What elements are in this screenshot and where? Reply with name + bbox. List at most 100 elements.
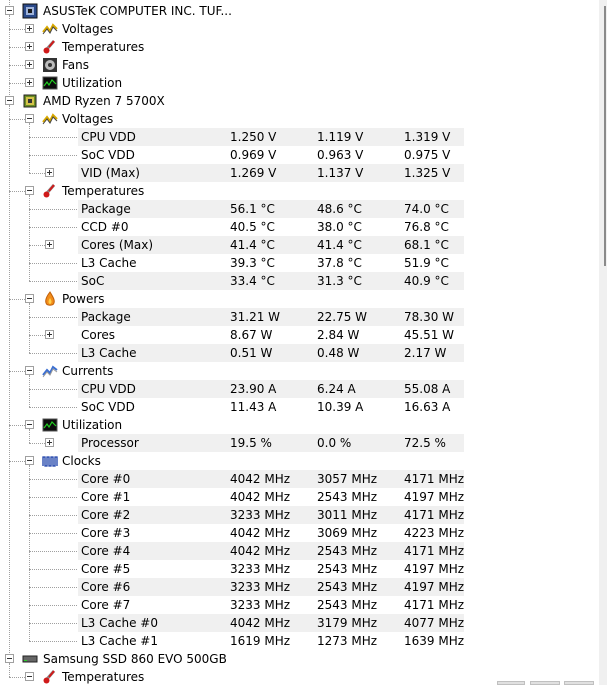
current-value: 3233 MHz [230, 562, 291, 576]
tree-row-pkg-temp[interactable]: Package 56.1 °C 48.6 °C 74.0 °C [0, 200, 599, 218]
sensor-label: L3 Cache #0 [81, 616, 158, 630]
tree-row-cpu-clocks[interactable]: Clocks [0, 452, 599, 470]
current-icon [42, 363, 58, 379]
vertical-scrollbar-thumb[interactable] [604, 6, 606, 266]
tree-row-cpu-currents[interactable]: Currents [0, 362, 599, 380]
max-value: 1.319 V [404, 130, 451, 144]
max-value: 4197 MHz [404, 490, 465, 504]
collapse-icon[interactable] [25, 420, 34, 429]
sensor-tree[interactable]: ASUSTeK COMPUTER INC. TUF... Voltages Temp… [0, 0, 599, 685]
tree-row-soc-vdd-v[interactable]: SoC VDD 0.969 V 0.963 V 0.975 V [0, 146, 599, 164]
min-value: 3057 MHz [317, 472, 378, 486]
expand-icon[interactable] [25, 42, 34, 51]
min-value: 41.4 °C [317, 238, 362, 252]
current-value: 11.43 A [230, 400, 277, 414]
horizontal-scrollbar-thumb[interactable] [530, 681, 560, 685]
tree-row-asus-voltages[interactable]: Voltages [0, 20, 599, 38]
tree-row-ssd[interactable]: Samsung SSD 860 EVO 500GB [0, 650, 599, 668]
expand-icon[interactable] [25, 78, 34, 87]
collapse-icon[interactable] [5, 654, 14, 663]
min-value: 0.48 W [317, 346, 360, 360]
tree-row-core6[interactable]: Core #6 3233 MHz 2543 MHz 4197 MHz [0, 578, 599, 596]
min-value: 31.3 °C [317, 274, 362, 288]
sensor-label: Processor [81, 436, 139, 450]
expand-icon[interactable] [45, 438, 54, 447]
max-value: 74.0 °C [404, 202, 449, 216]
tree-row-vid-max[interactable]: VID (Max) 1.269 V 1.137 V 1.325 V [0, 164, 599, 182]
sensor-label: Powers [62, 292, 105, 306]
clock-icon [42, 453, 58, 469]
collapse-icon[interactable] [5, 96, 14, 105]
tree-row-soc-temp[interactable]: SoC 33.4 °C 31.3 °C 40.9 °C [0, 272, 599, 290]
tree-row-l3-cache1[interactable]: L3 Cache #1 1619 MHz 1273 MHz 1639 MHz [0, 632, 599, 650]
sensor-label: Core #3 [81, 526, 131, 540]
collapse-icon[interactable] [25, 366, 34, 375]
tree-row-cpu-voltages[interactable]: Voltages [0, 110, 599, 128]
collapse-icon[interactable] [25, 672, 34, 681]
tree-row-l3-power[interactable]: L3 Cache 0.51 W 0.48 W 2.17 W [0, 344, 599, 362]
tree-row-ccd0[interactable]: CCD #0 40.5 °C 38.0 °C 76.8 °C [0, 218, 599, 236]
collapse-icon[interactable] [25, 294, 34, 303]
expand-icon[interactable] [45, 240, 54, 249]
tree-row-pkg-power[interactable]: Package 31.21 W 22.75 W 78.30 W [0, 308, 599, 326]
tree-row-cpu[interactable]: AMD Ryzen 7 5700X [0, 92, 599, 110]
tree-row-asus-util[interactable]: Utilization [0, 74, 599, 92]
current-value: 56.1 °C [230, 202, 275, 216]
sensor-label: Currents [62, 364, 114, 378]
thermometer-icon [42, 669, 58, 685]
horizontal-scrollbar-button-left[interactable] [497, 681, 525, 685]
drive-icon [22, 651, 38, 667]
expand-icon[interactable] [25, 24, 34, 33]
tree-row-core2[interactable]: Core #2 3233 MHz 3011 MHz 4171 MHz [0, 506, 599, 524]
collapse-icon[interactable] [25, 186, 34, 195]
min-value: 1.119 V [317, 130, 364, 144]
tree-row-core3[interactable]: Core #3 4042 MHz 3069 MHz 4223 MHz [0, 524, 599, 542]
collapse-icon[interactable] [25, 114, 34, 123]
sensor-label: Package [81, 202, 131, 216]
sensor-label: Voltages [62, 22, 114, 36]
collapse-icon[interactable] [5, 6, 14, 15]
tree-row-l3-cache0[interactable]: L3 Cache #0 4042 MHz 3179 MHz 4077 MHz [0, 614, 599, 632]
tree-row-asus[interactable]: ASUSTeK COMPUTER INC. TUF... [0, 2, 599, 20]
min-value: 6.24 A [317, 382, 356, 396]
tree-row-cpu-powers[interactable]: Powers [0, 290, 599, 308]
tree-row-core4[interactable]: Core #4 4042 MHz 2543 MHz 4171 MHz [0, 542, 599, 560]
tree-row-cores-max[interactable]: Cores (Max) 41.4 °C 41.4 °C 68.1 °C [0, 236, 599, 254]
tree-row-cpu-temps[interactable]: Temperatures [0, 182, 599, 200]
min-value: 2543 MHz [317, 544, 378, 558]
sensor-label: Core #7 [81, 598, 131, 612]
tree-row-processor[interactable]: Processor 19.5 % 0.0 % 72.5 % [0, 434, 599, 452]
tree-row-core1[interactable]: Core #1 4042 MHz 2543 MHz 4197 MHz [0, 488, 599, 506]
tree-row-soc-vdd-a[interactable]: SoC VDD 11.43 A 10.39 A 16.63 A [0, 398, 599, 416]
sensor-label: Clocks [62, 454, 101, 468]
current-value: 31.21 W [230, 310, 281, 324]
current-value: 3233 MHz [230, 580, 291, 594]
tree-row-core0[interactable]: Core #0 4042 MHz 3057 MHz 4171 MHz [0, 470, 599, 488]
power-icon [42, 291, 58, 307]
tree-row-cpu-util[interactable]: Utilization [0, 416, 599, 434]
sensor-label: Utilization [62, 76, 123, 90]
voltage-icon [42, 21, 58, 37]
expand-icon[interactable] [25, 60, 34, 69]
tree-row-cpu-vdd-a[interactable]: CPU VDD 23.90 A 6.24 A 55.08 A [0, 380, 599, 398]
tree-row-asus-temps[interactable]: Temperatures [0, 38, 599, 56]
expand-icon[interactable] [45, 330, 54, 339]
max-value: 4171 MHz [404, 598, 465, 612]
tree-row-core5[interactable]: Core #5 3233 MHz 2543 MHz 4197 MHz [0, 560, 599, 578]
sensor-label: Utilization [62, 418, 123, 432]
tree-row-cores-power[interactable]: Cores 8.67 W 2.84 W 45.51 W [0, 326, 599, 344]
tree-row-l3-temp[interactable]: L3 Cache 39.3 °C 37.8 °C 51.9 °C [0, 254, 599, 272]
collapse-icon[interactable] [25, 456, 34, 465]
tree-row-asus-fans[interactable]: Fans [0, 56, 599, 74]
current-value: 33.4 °C [230, 274, 275, 288]
tree-row-core7[interactable]: Core #7 3233 MHz 2543 MHz 4171 MHz [0, 596, 599, 614]
current-value: 41.4 °C [230, 238, 275, 252]
expand-icon[interactable] [45, 168, 54, 177]
min-value: 3011 MHz [317, 508, 378, 522]
tree-row-cpu-vdd-v[interactable]: CPU VDD 1.250 V 1.119 V 1.319 V [0, 128, 599, 146]
min-value: 2.84 W [317, 328, 360, 342]
max-value: 72.5 % [404, 436, 446, 450]
horizontal-scrollbar-button-right[interactable] [564, 681, 594, 685]
min-value: 2543 MHz [317, 598, 378, 612]
max-value: 55.08 A [404, 382, 451, 396]
